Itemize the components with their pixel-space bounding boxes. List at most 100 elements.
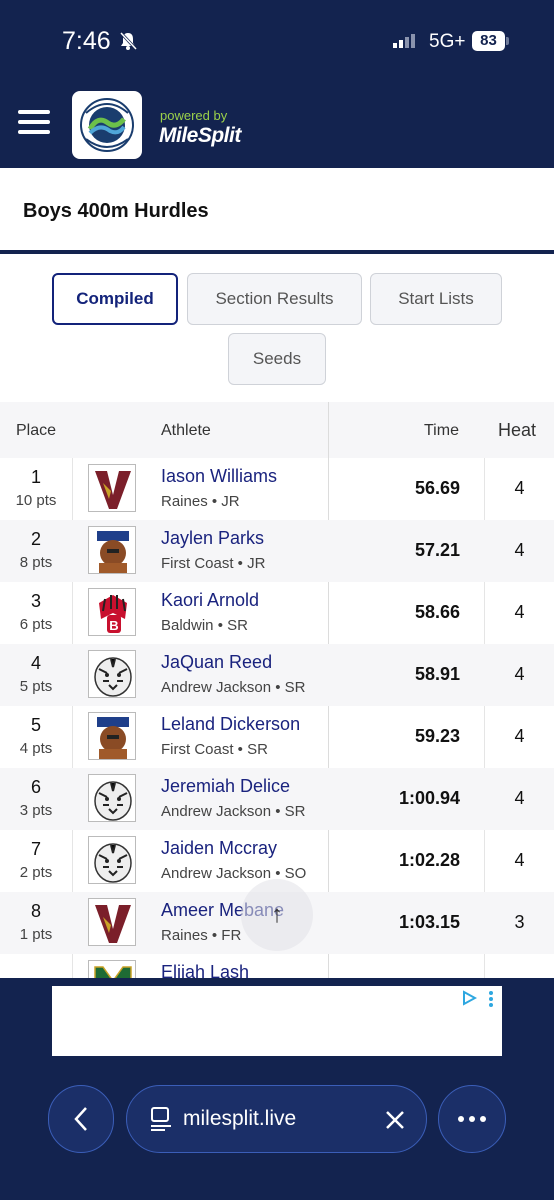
more-options-button[interactable] [438,1085,506,1153]
raines-v-logo [88,898,136,946]
result-time: 56.69 [414,478,460,498]
chevron-left-icon [74,1107,87,1131]
header-heat: Heat [498,420,537,440]
result-time: 1:02.28 [398,850,460,870]
header-place: Place [16,422,57,439]
header-athlete: Athlete [161,422,211,439]
address-bar[interactable]: milesplit.live [126,1085,427,1153]
place-number: 2 [30,529,41,549]
advertisement[interactable] [52,986,502,1056]
place-points: 1 pts [19,926,53,943]
athlete-school: Andrew Jackson • SR [161,803,306,820]
status-time: 7:46 [62,27,111,55]
first-coast-logo [88,526,136,574]
andrew-jackson-tiger-logo [88,836,136,884]
athlete-name-link[interactable]: Jaiden Mccray [161,838,277,859]
battery-indicator: 83 [472,31,505,51]
table-row[interactable]: 5 4 pts Leland Dickerson First Coast • S… [0,706,554,768]
result-time: 59.23 [414,726,460,746]
place-number: 8 [30,901,41,921]
athlete-school: Raines • JR [161,493,240,510]
tab-seeds[interactable]: Seeds [228,333,326,385]
table-row[interactable]: 2 8 pts Jaylen Parks First Coast • JR 57… [0,520,554,582]
athlete-name-link[interactable]: Kaori Arnold [161,590,259,611]
raines-v-logo [88,464,136,512]
status-bar: 7:46 5G+ 83 [0,0,554,82]
svg-text:B: B [109,618,118,633]
heat-number: 4 [514,788,525,808]
athlete-name-link[interactable]: Leland Dickerson [161,714,300,735]
result-time: 57.21 [414,540,460,560]
place-points: 2 pts [19,864,53,881]
place-number: 3 [30,591,41,611]
bell-muted-icon [119,31,138,51]
table-header: Place Athlete Time Heat [0,402,554,458]
andrew-jackson-tiger-logo [88,774,136,822]
baldwin-logo: B [88,588,136,636]
result-time: 58.66 [414,602,460,622]
table-row[interactable]: 6 3 pts Jeremiah Delice Andrew Jackson •… [0,768,554,830]
place-number: 1 [30,467,41,487]
athlete-school: Baldwin • SR [161,617,248,634]
heat-number: 4 [514,478,525,498]
athlete-name-link[interactable]: JaQuan Reed [161,652,272,673]
heat-number: 4 [514,850,525,870]
back-button[interactable] [48,1085,114,1153]
result-time: 1:00.94 [398,788,460,808]
result-time: 1:03.15 [398,912,460,932]
athlete-school: Andrew Jackson • SR [161,679,306,696]
table-row[interactable]: 3 6 pts B Kaori Arnold Baldwin • SR 58.6… [0,582,554,644]
header-time: Time [424,422,459,439]
table-row[interactable]: Elijah Lash [0,954,554,978]
andrew-jackson-tiger-logo [88,650,136,698]
table-row[interactable]: 4 5 pts JaQuan Reed Andrew Jackson • SR … [0,644,554,706]
app-header: powered by MileSplit [0,82,554,168]
athlete-school: Andrew Jackson • SO [161,865,307,882]
results-tabs: Compiled Section Results Start Lists See… [0,254,554,402]
more-dots-icon [458,1116,486,1122]
close-icon[interactable] [385,1110,405,1130]
heat-number: 3 [514,912,525,932]
athlete-school: First Coast • JR [161,555,266,572]
scroll-to-top-button[interactable]: ↑ [241,879,313,951]
event-title: Boys 400m Hurdles [23,200,209,222]
heat-number: 4 [514,664,525,684]
milesplit-logo[interactable]: MileSplit [159,124,241,148]
tab-section-results[interactable]: Section Results [187,273,362,325]
place-number: 4 [30,653,41,673]
table-row[interactable]: 1 10 pts Iason Williams Raines • JR 56.6… [0,458,554,520]
url-text: milesplit.live [183,1107,297,1130]
adchoices-icon[interactable] [461,990,477,1006]
result-time: 58.91 [414,664,460,684]
first-coast-logo [88,712,136,760]
signal-icon [393,34,415,48]
place-points: 3 pts [19,802,53,819]
event-header: Boys 400m Hurdles [0,168,554,254]
network-label: 5G+ [429,31,466,52]
heat-number: 4 [514,540,525,560]
ad-options-icon[interactable] [488,991,494,1007]
place-number: 5 [30,715,41,735]
tab-compiled[interactable]: Compiled [52,273,178,325]
place-points: 10 pts [15,492,57,509]
place-points: 8 pts [19,554,53,571]
place-number: 7 [30,839,41,859]
m-logo [88,960,136,978]
place-number: 6 [30,777,41,797]
tabs-icon [151,1107,171,1131]
athlete-school: First Coast • SR [161,741,268,758]
place-points: 5 pts [19,678,53,695]
athlete-name-link[interactable]: Jeremiah Delice [161,776,290,797]
heat-number: 4 [514,602,525,622]
place-points: 4 pts [19,740,53,757]
athlete-name-link[interactable]: Jaylen Parks [161,528,264,549]
place-points: 6 pts [19,616,53,633]
arrow-up-icon: ↑ [271,901,283,928]
athlete-name-link[interactable]: Iason Williams [161,466,277,487]
powered-by-label: powered by [160,108,228,123]
jacksonville-athletic-club-logo[interactable] [72,91,142,159]
athlete-name-link[interactable]: Elijah Lash [161,962,249,978]
tab-start-lists[interactable]: Start Lists [370,273,502,325]
hamburger-menu-icon[interactable] [18,110,50,136]
battery-tip [506,37,509,45]
